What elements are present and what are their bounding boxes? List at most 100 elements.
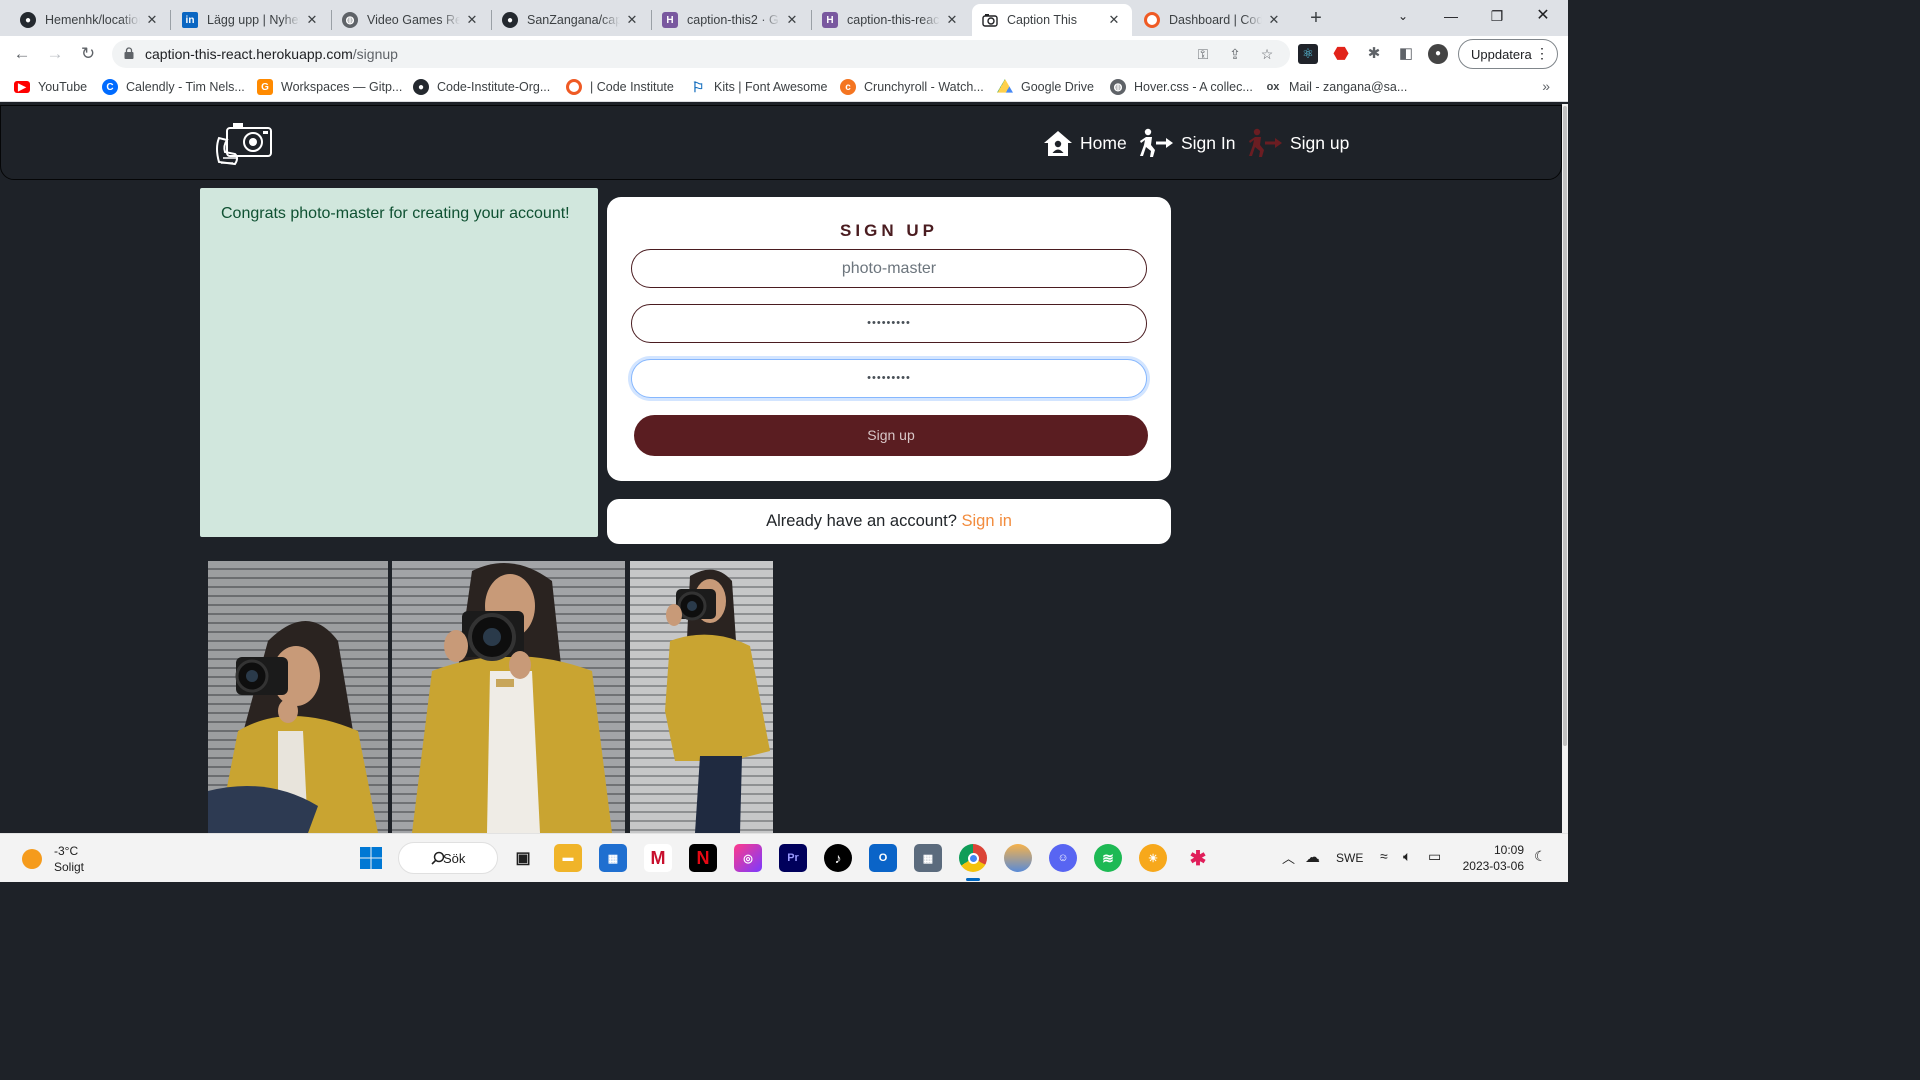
more-bookmarks-icon[interactable]: » <box>1542 78 1550 94</box>
extensions-icon[interactable]: ✱ <box>1364 44 1384 64</box>
browser-tab[interactable]: ◍ Video Games Rev ✕ <box>332 4 490 36</box>
spotify-icon[interactable]: ≋ <box>1094 844 1122 872</box>
bookmark-label: Workspaces — Gitp... <box>281 80 403 94</box>
bookmark-label: Kits | Font Awesome <box>714 80 828 94</box>
password-input[interactable]: ••••••••• <box>631 304 1147 343</box>
update-button[interactable]: Uppdatera ⋮ <box>1458 39 1558 69</box>
notifications-icon[interactable]: ☾ <box>1534 848 1547 865</box>
bookmark-code-institute[interactable]: | Code Institute <box>566 78 674 96</box>
photos-app-icon[interactable] <box>1004 844 1032 872</box>
google-drive-icon <box>997 79 1013 93</box>
restore-icon[interactable]: ❐ <box>1474 0 1520 32</box>
bookmark-youtube[interactable]: ▶ YouTube <box>14 78 87 96</box>
browser-tab[interactable]: in Lägg upp | Nyheter ✕ <box>172 4 330 36</box>
bookmark-label: YouTube <box>38 80 88 94</box>
tiktok-icon[interactable]: ♪ <box>824 844 852 872</box>
creative-cloud-icon[interactable]: ◎ <box>734 844 762 872</box>
opera-adblock-icon[interactable]: ⬣ <box>1331 44 1351 64</box>
chrome-icon[interactable] <box>959 844 987 872</box>
browser-tab[interactable]: Dashboard | Code ✕ <box>1134 4 1292 36</box>
bookmark-mail[interactable]: ox Mail - zangana@sa... <box>1265 78 1408 96</box>
bookmark-hover-css[interactable]: ◍ Hover.css - A collec... <box>1110 78 1253 96</box>
windows-start-icon[interactable] <box>357 844 385 872</box>
username-input[interactable]: photo-master <box>631 249 1147 288</box>
bookmark-label: Code-Institute-Org... <box>437 80 551 94</box>
url-host: caption-this-react.herokuapp.com <box>145 46 353 62</box>
close-icon[interactable]: ✕ <box>144 12 160 28</box>
nav-signin-link[interactable]: Sign In <box>1139 128 1235 158</box>
language-indicator[interactable]: SWE <box>1336 851 1363 865</box>
browser-tab[interactable]: H caption-this2 · Gi ✕ <box>652 4 810 36</box>
confirm-password-input[interactable]: ••••••••• <box>631 359 1147 398</box>
close-icon[interactable]: ✕ <box>1106 12 1122 28</box>
calculator-icon[interactable]: ▦ <box>914 844 942 872</box>
close-icon[interactable]: ✕ <box>464 12 480 28</box>
new-tab-button[interactable]: + <box>1304 6 1328 30</box>
discord-icon[interactable]: ☺ <box>1049 844 1077 872</box>
onedrive-icon[interactable]: ☁ <box>1305 848 1320 866</box>
flag-icon: ⚐ <box>691 78 705 95</box>
system-clock[interactable]: 10:09 2023-03-06 <box>1460 842 1524 874</box>
bookmark-label: Calendly - Tim Nels... <box>126 80 245 94</box>
scrollbar-thumb[interactable] <box>1563 106 1567 746</box>
nav-signin-label: Sign In <box>1181 132 1236 153</box>
close-icon[interactable]: ✕ <box>944 12 960 28</box>
mcafee-icon[interactable]: M <box>644 844 672 872</box>
calendly-icon: C <box>102 79 118 95</box>
file-explorer-icon[interactable]: ▬ <box>554 844 582 872</box>
browser-tab[interactable]: ● Hemenhk/location ✕ <box>10 4 170 36</box>
bookmark-crunchyroll[interactable]: c Crunchyroll - Watch... <box>840 78 984 96</box>
bookmark-gitpod[interactable]: G Workspaces — Gitp... <box>257 78 402 96</box>
premiere-pro-icon[interactable]: Pr <box>779 844 807 872</box>
browser-tab[interactable]: ● SanZangana/capt ✕ <box>492 4 650 36</box>
sign-up-button[interactable]: Sign up <box>634 415 1148 456</box>
star-icon[interactable]: ☆ <box>1258 45 1276 63</box>
browser-tab[interactable]: H caption-this-react ✕ <box>812 4 970 36</box>
volume-icon[interactable]: 🔈︎ <box>1403 848 1411 865</box>
battery-icon[interactable]: ▭ <box>1428 848 1441 865</box>
github-icon: ● <box>20 12 36 28</box>
address-bar[interactable]: caption-this-react.herokuapp.com/signup … <box>112 40 1290 68</box>
close-icon[interactable]: ✕ <box>304 12 320 28</box>
wifi-icon[interactable]: ≈ <box>1380 848 1388 864</box>
bookmark-font-awesome[interactable]: ⚐ Kits | Font Awesome <box>690 78 828 96</box>
slack-icon[interactable]: ✱ <box>1184 844 1212 872</box>
reload-icon[interactable]: ↻ <box>76 42 100 66</box>
taskbar-search[interactable]: Sök <box>398 842 498 874</box>
close-icon[interactable]: ✕ <box>624 12 640 28</box>
react-devtools-icon[interactable]: ⚛ <box>1298 44 1318 64</box>
back-icon[interactable]: ← <box>10 42 34 66</box>
browser-tab-active[interactable]: Caption This ✕ <box>972 4 1132 36</box>
outlook-icon[interactable]: O <box>869 844 897 872</box>
bookmark-calendly[interactable]: C Calendly - Tim Nels... <box>102 78 245 96</box>
close-icon[interactable]: ✕ <box>1266 12 1282 28</box>
profile-avatar[interactable]: ● <box>1428 44 1448 64</box>
signin-link[interactable]: Sign in <box>961 512 1011 530</box>
minimize-icon[interactable]: — <box>1428 0 1474 32</box>
bookmark-code-institute-org[interactable]: ● Code-Institute-Org... <box>413 78 550 96</box>
task-view-icon[interactable]: ▣ <box>509 844 537 872</box>
camera-logo-icon[interactable] <box>213 118 275 168</box>
nav-home-link[interactable]: Home <box>1042 128 1127 158</box>
browser-toolbar: ← → ↻ caption-this-react.herokuapp.com/s… <box>0 36 1568 72</box>
nav-signup-link[interactable]: Sign up <box>1248 128 1349 158</box>
tab-search-chevron-icon[interactable]: ⌄ <box>1380 0 1426 32</box>
key-icon[interactable]: ⚿ <box>1194 45 1212 63</box>
forward-icon[interactable]: → <box>43 42 67 66</box>
code-institute-icon <box>1144 12 1160 28</box>
active-app-indicator <box>966 878 980 881</box>
menu-dots-icon[interactable]: ⋮ <box>1535 45 1549 62</box>
side-panel-icon[interactable]: ◧ <box>1396 44 1416 64</box>
bookmark-google-drive[interactable]: Google Drive <box>997 78 1094 96</box>
netflix-icon[interactable]: N <box>689 844 717 872</box>
lock-icon <box>124 47 134 59</box>
bookmark-label: | Code Institute <box>590 80 674 94</box>
weather-app-icon[interactable]: ☀ <box>1139 844 1167 872</box>
share-icon[interactable]: ⇪ <box>1226 45 1244 63</box>
tray-chevron-icon[interactable]: ︿ <box>1282 848 1295 867</box>
page-scrollbar[interactable] <box>1562 104 1568 833</box>
close-window-icon[interactable]: ✕ <box>1520 0 1566 32</box>
close-icon[interactable]: ✕ <box>784 12 800 28</box>
weather-widget[interactable]: -3°C Soligt <box>22 843 84 875</box>
microsoft-store-icon[interactable]: ▦ <box>599 844 627 872</box>
